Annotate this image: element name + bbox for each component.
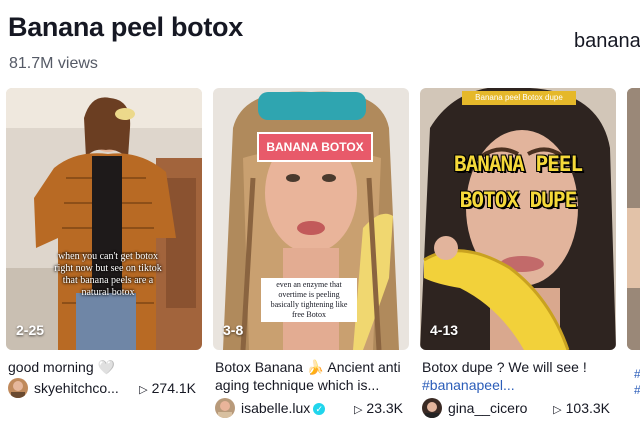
video-caption-partial[interactable]: # # (634, 366, 640, 398)
video-caption[interactable]: Botox dupe ? We will see ! #bananapeel..… (422, 358, 612, 394)
video-overlay-text: when you can't get botox right now but s… (54, 251, 162, 298)
title-banner: BANANA BOTOX (257, 132, 373, 162)
thumbnail-image (6, 88, 202, 350)
caption-text: Botox dupe ? We will see ! (422, 359, 587, 375)
play-count: ▷ 23.3K (354, 400, 403, 416)
username-text: isabelle.lux (241, 400, 311, 416)
video-date: 4-13 (430, 322, 459, 338)
video-thumbnail[interactable]: when you can't get botox right now but s… (6, 88, 202, 350)
video-thumbnail-partial[interactable] (627, 88, 640, 350)
video-date: 2-25 (16, 322, 45, 338)
thumbnail-image (627, 88, 640, 350)
username[interactable]: isabelle.lux ✓ (241, 400, 326, 416)
play-count-value: 23.3K (366, 400, 403, 416)
play-count-value: 103.3K (565, 400, 610, 416)
verified-badge-icon: ✓ (313, 403, 326, 415)
avatar[interactable] (215, 398, 235, 418)
play-count: ▷ 274.1K (139, 380, 196, 396)
title-banner: BANANA PEEL BOTOX DUPE (444, 146, 592, 218)
play-count-value: 274.1K (151, 380, 196, 396)
related-search-partial[interactable]: banana (574, 30, 640, 53)
video-card[interactable]: when you can't get botox right now but s… (6, 88, 202, 398)
video-caption[interactable]: Botox Banana 🍌 Ancient anti aging techni… (215, 358, 405, 394)
video-meta: skyehitchco... ▷ 274.1K (6, 378, 202, 400)
hashtag-fragment: # (634, 382, 640, 398)
thumbnail-image (420, 88, 616, 350)
video-overlay-text: even an enzyme that overtime is peeling … (261, 278, 357, 322)
video-thumbnail[interactable]: Banana peel Botox dupe BANANA PEEL BOTOX… (420, 88, 616, 350)
video-thumbnail[interactable]: BANANA BOTOX even an enzyme that overtim… (213, 88, 409, 350)
username[interactable]: skyehitchco... (34, 380, 119, 396)
play-icon: ▷ (139, 384, 148, 396)
video-card[interactable]: Banana peel Botox dupe BANANA PEEL BOTOX… (420, 88, 616, 418)
video-caption[interactable]: good morning 🤍 (8, 358, 198, 376)
play-icon: ▷ (353, 404, 363, 416)
title-banner-line: BOTOX DUPE (459, 188, 577, 212)
avatar[interactable] (8, 378, 28, 398)
video-top-label: Banana peel Botox dupe (462, 91, 576, 105)
play-count: ▷ 103.3K (553, 400, 610, 416)
video-card[interactable]: BANANA BOTOX even an enzyme that overtim… (213, 88, 409, 418)
title-banner-line: BANANA PEEL (453, 152, 583, 176)
hashtag-fragment: # (634, 366, 640, 382)
avatar[interactable] (422, 398, 442, 418)
hashtag-link[interactable]: #bananapeel... (422, 376, 612, 394)
video-date: 3-8 (223, 322, 244, 338)
video-meta: gina__cicero ▷ 103.3K (420, 398, 616, 420)
view-count: 81.7M views (9, 55, 98, 72)
play-icon: ▷ (553, 404, 562, 416)
page-title: Banana peel botox (8, 12, 243, 42)
username[interactable]: gina__cicero (448, 400, 527, 416)
video-meta: isabelle.lux ✓ ▷ 23.3K (213, 398, 409, 420)
